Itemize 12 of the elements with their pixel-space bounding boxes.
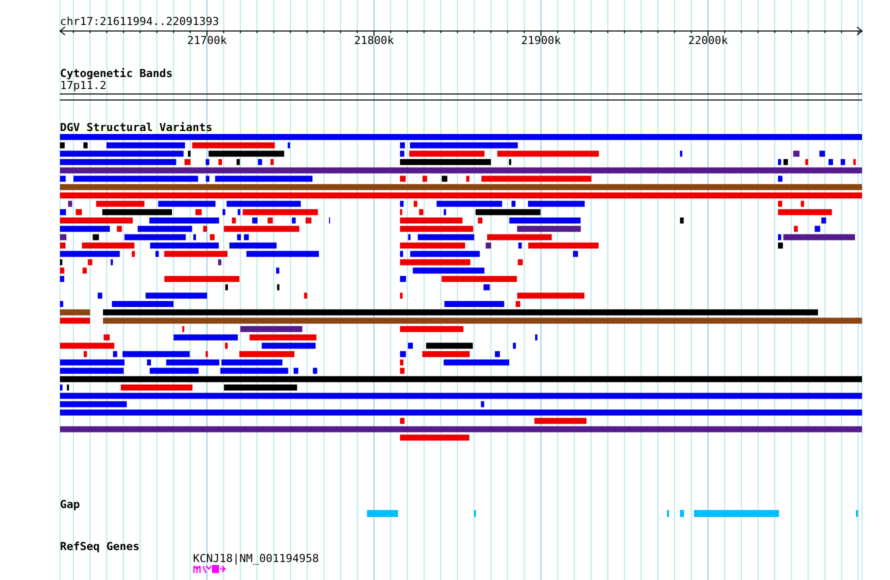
gene-model-icon	[193, 565, 226, 574]
gene-label: KCNJ18|NM_001194958	[193, 552, 319, 565]
location-label: chr17:21611994..22091393	[60, 15, 219, 28]
track-title: DGV Structural Variants	[60, 121, 212, 134]
track-title: Cytogenetic Bands	[60, 67, 173, 80]
tick-label: 21900k	[521, 34, 561, 47]
tick-label: 21700k	[187, 34, 227, 47]
track-title: RefSeq Genes	[60, 540, 140, 553]
track-title: Gap	[60, 498, 80, 511]
tick-label: 21800k	[354, 34, 394, 47]
band-label: 17p11.2	[60, 79, 106, 92]
tick-label: 22000k	[688, 34, 728, 47]
